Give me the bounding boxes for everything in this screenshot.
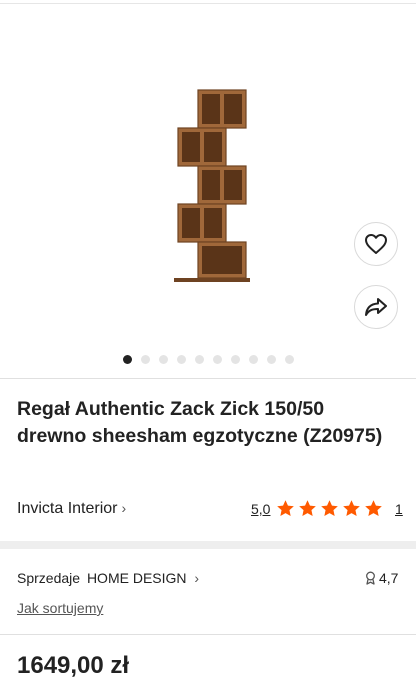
brand-rating-row: Invicta Interior › 5,0 1 — [17, 498, 407, 522]
product-image[interactable] — [170, 84, 260, 284]
seller-badge-icon — [366, 571, 375, 585]
star-icon — [299, 500, 316, 517]
gallery-dot[interactable] — [285, 355, 294, 364]
add-to-favorites-button[interactable] — [354, 222, 398, 266]
star-icon — [365, 500, 382, 517]
brand-name: Invicta Interior — [17, 500, 118, 517]
gallery-dot[interactable] — [177, 355, 186, 364]
star-icon — [343, 500, 360, 517]
gallery-dot[interactable] — [159, 355, 168, 364]
rating-score-link[interactable]: 5,0 — [251, 501, 270, 517]
star-icon — [277, 500, 294, 517]
divider — [0, 634, 416, 635]
gallery-dot[interactable] — [123, 355, 132, 364]
share-arrow-icon — [365, 298, 387, 316]
seller-link[interactable]: Sprzedaje HOME DESIGN › — [17, 570, 199, 586]
chevron-right-icon: › — [121, 500, 127, 516]
seller-score-value: 4,7 — [379, 570, 399, 586]
share-button[interactable] — [354, 285, 398, 329]
product-gallery[interactable] — [0, 4, 416, 378]
seller-name: HOME DESIGN — [86, 570, 187, 586]
gallery-dot[interactable] — [249, 355, 258, 364]
divider — [0, 378, 416, 379]
how-we-sort-link[interactable]: Jak sortujemy — [17, 600, 103, 616]
section-separator — [0, 541, 416, 549]
gallery-dot[interactable] — [141, 355, 150, 364]
brand-link[interactable]: Invicta Interior › — [17, 500, 126, 518]
star-icon — [321, 500, 338, 517]
rating-stars[interactable] — [276, 499, 383, 518]
rating-count-link[interactable]: 1 — [395, 501, 403, 517]
gallery-dot[interactable] — [231, 355, 240, 364]
product-price: 1649,00 zł — [17, 652, 130, 679]
gallery-pagination — [123, 355, 294, 364]
gallery-dot[interactable] — [267, 355, 276, 364]
heart-icon — [365, 234, 387, 254]
gallery-dot[interactable] — [195, 355, 204, 364]
chevron-right-icon: › — [194, 570, 200, 586]
seller-prefix: Sprzedaje — [17, 570, 81, 586]
gallery-dot[interactable] — [213, 355, 222, 364]
seller-score: 4,7 — [365, 570, 398, 586]
product-title: Regał Authentic Zack Zick 150/50 drewno … — [17, 398, 383, 447]
